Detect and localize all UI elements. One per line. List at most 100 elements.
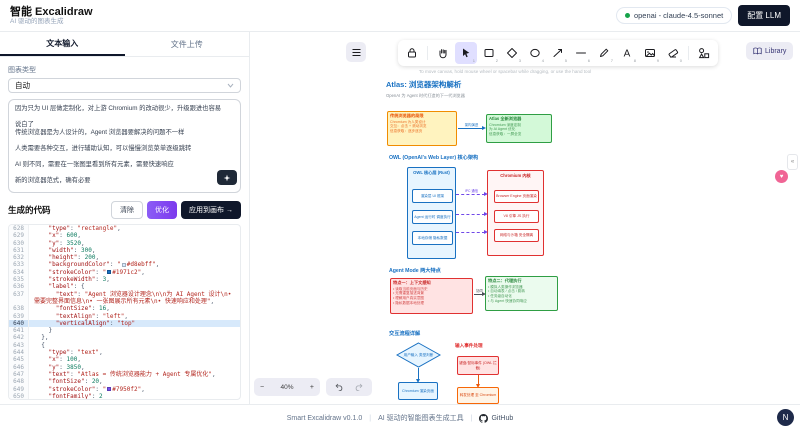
diagram-container[interactable]: Chromium 内核 Browser Engine 页面渲染 V8 引擎 JS 执… [487, 170, 544, 256]
diagram-arrow[interactable]: 协同 [474, 294, 485, 295]
box-title: 特点二：代理执行 [486, 277, 557, 285]
diagram-arrow[interactable]: IPC 通信 [456, 194, 487, 195]
arrow-tool[interactable]: 5 [547, 42, 569, 64]
github-link[interactable]: GitHub [479, 414, 513, 423]
code-line: 646 "y": 3850, [9, 364, 240, 371]
selection-icon [460, 47, 472, 59]
diagram-box[interactable]: 特点一：上下文感知• 读取当前页面与历史• 无需重复描述背景• 理解用户真实意图… [390, 278, 473, 314]
diagram-box[interactable]: 转发处理 至 Chromium [457, 387, 499, 404]
clear-button[interactable]: 清除 [111, 201, 143, 219]
undo-button[interactable] [335, 383, 344, 391]
diagram-container[interactable]: OWL 核心层 (Rust)渲染层 UI 框架Agent 运行时 调度执行本地存… [407, 167, 456, 259]
diagram-subbox[interactable]: V8 引擎 JS 执行 [494, 210, 539, 223]
eraser-tool[interactable]: 0 [662, 42, 684, 64]
diamond-tool[interactable]: 3 [501, 42, 523, 64]
app-subtitle: AI 驱动的图表生成 [10, 18, 93, 25]
line-tool[interactable]: 6 [570, 42, 592, 64]
chevron-down-icon [227, 83, 234, 88]
footer-separator: | [471, 415, 473, 422]
line-number: 648 [9, 378, 29, 385]
code-line: 644 "type": "text", [9, 349, 240, 356]
diagram-box[interactable]: Atlas 全新浏览器Chromium 深度定制为 AI Agent 优化信息获… [486, 114, 552, 143]
lock-tool[interactable] [401, 42, 423, 64]
redo-button[interactable] [354, 383, 363, 391]
library-label: Library [765, 48, 786, 55]
container-title: Chromium 内核 [488, 171, 543, 178]
tool-shortcut: 0 [680, 58, 682, 63]
diagram-arrow[interactable] [456, 232, 487, 233]
line-number: 633 [9, 261, 29, 268]
diagram-subbox[interactable]: 本地存储 隐私数据 [412, 231, 453, 245]
user-avatar[interactable]: N [777, 409, 794, 426]
feedback-button[interactable]: ♥ [775, 170, 788, 183]
sidebar: 文本输入文件上传 图表类型 自动 因为只为 UI 层做定制化，对上游 Chrom… [0, 32, 250, 404]
image-tool[interactable]: 9 [639, 42, 661, 64]
model-badge[interactable]: openai - claude-4.5-sonnet [616, 7, 732, 24]
diagram-arrow[interactable] [418, 368, 419, 382]
code-line: 632 "height": 200, [9, 254, 240, 261]
line-number: 635 [9, 276, 29, 283]
apply-to-canvas-button[interactable]: 应用到画布 → [181, 201, 241, 219]
menu-button[interactable] [346, 42, 366, 62]
line-number: 636 [9, 283, 29, 290]
code-line: 633 "backgroundColor": "#d8ebff", [9, 261, 240, 268]
code-editor[interactable]: 628 "type": "rectangle",629 "x": 600,630… [8, 224, 241, 400]
optimize-button[interactable]: 优化 [147, 201, 177, 219]
box-line: 信息获取：一屏全览 [487, 132, 551, 137]
hand-tool[interactable] [432, 42, 454, 64]
line-number: 634 [9, 269, 29, 276]
chart-type-select[interactable]: 自动 [8, 78, 241, 93]
code-line: 641 } [9, 327, 240, 334]
line-number: 628 [9, 225, 29, 232]
draw-tool[interactable]: 7 [593, 42, 615, 64]
selection-tool[interactable]: 1 [455, 42, 477, 64]
diagram-subbox[interactable]: 网络与沙箱 安全隔离 [494, 229, 539, 242]
diagram-box[interactable]: 键盘/鼠标事件 (OWL 拦截) [457, 356, 499, 375]
line-number: 647 [9, 371, 29, 378]
canvas-hint: To move canvas, hold mouse wheel or spac… [250, 69, 760, 74]
diagram-text[interactable]: OWL (OpenAI's Web Layer) 核心架构 [389, 154, 478, 161]
tool-shortcut: 2 [496, 58, 498, 63]
code-line: 642 }, [9, 334, 240, 341]
hand-icon [437, 47, 449, 59]
diagram-text[interactable]: Agent Mode 两大特点 [389, 267, 441, 274]
send-button[interactable] [217, 170, 237, 185]
github-label: GitHub [491, 415, 513, 422]
history-control [326, 378, 372, 396]
diagram-arrow[interactable] [456, 214, 487, 215]
prompt-input[interactable]: 因为只为 UI 层做定制化，对上游 Chromium 的改动很少，升级跟进也容易… [8, 99, 241, 193]
tab-file-upload[interactable]: 文件上传 [125, 32, 250, 56]
text-tool[interactable]: A8 [616, 42, 638, 64]
diagram-subbox[interactable]: 渲染层 UI 框架 [412, 189, 453, 203]
rectangle-tool[interactable]: 2 [478, 42, 500, 64]
tab-text-input[interactable]: 文本输入 [0, 32, 125, 56]
excalidraw-canvas[interactable]: 1 234567A89 0 Library To move canvas, hold… [250, 32, 800, 404]
app-title: 智能 Excalidraw [10, 6, 93, 18]
zoom-value[interactable]: 40% [280, 384, 293, 391]
zoom-out-button[interactable]: − [260, 384, 264, 391]
diagram-text[interactable]: 交互流程详解 [389, 330, 420, 337]
line-number: 646 [9, 364, 29, 371]
diagram-text[interactable]: Atlas: 浏览器架构解析 [386, 79, 461, 90]
diagram-box[interactable]: 传统浏览器的局限Chromium 为人类设计交互：点击 + 滚动浏览信息获取：逐… [387, 111, 457, 146]
ellipse-tool[interactable]: 4 [524, 42, 546, 64]
panel-collapse-handle[interactable]: « [787, 154, 798, 170]
diagram-text[interactable]: 输入事件处理 [455, 343, 483, 349]
diagram-box[interactable]: 特点二：代理执行• 模拟人类操作浏览器• 自动填表 / 点击 / 跳转• 任务级… [485, 276, 558, 311]
library-button[interactable]: Library [746, 42, 793, 60]
diagram-text[interactable]: OpenAI 为 Agent 时代打造的下一代浏览器 [386, 93, 465, 99]
diagram-arrow[interactable] [478, 375, 479, 387]
code-line: 648 "fontSize": 20, [9, 378, 240, 385]
config-llm-button[interactable]: 配置 LLM [738, 5, 790, 26]
line-number: 639 [9, 313, 29, 320]
zoom-in-button[interactable]: + [310, 384, 314, 391]
diagram-diamond[interactable]: 用户输入 类型判断 [396, 342, 441, 368]
diagram-subbox[interactable]: Agent 运行时 调度执行 [412, 210, 453, 224]
diagram-subbox[interactable]: Browser Engine 页面渲染 [494, 190, 539, 203]
box-title: 传统浏览器的局限 [388, 112, 456, 120]
diagram-box[interactable]: Chromium 渲染页面 [398, 382, 438, 400]
hamburger-icon [352, 48, 361, 57]
model-badge-label: openai - claude-4.5-sonnet [634, 11, 723, 20]
more-shapes-tool[interactable] [693, 42, 715, 64]
diagram-arrow[interactable]: 架构演进 [458, 128, 485, 129]
